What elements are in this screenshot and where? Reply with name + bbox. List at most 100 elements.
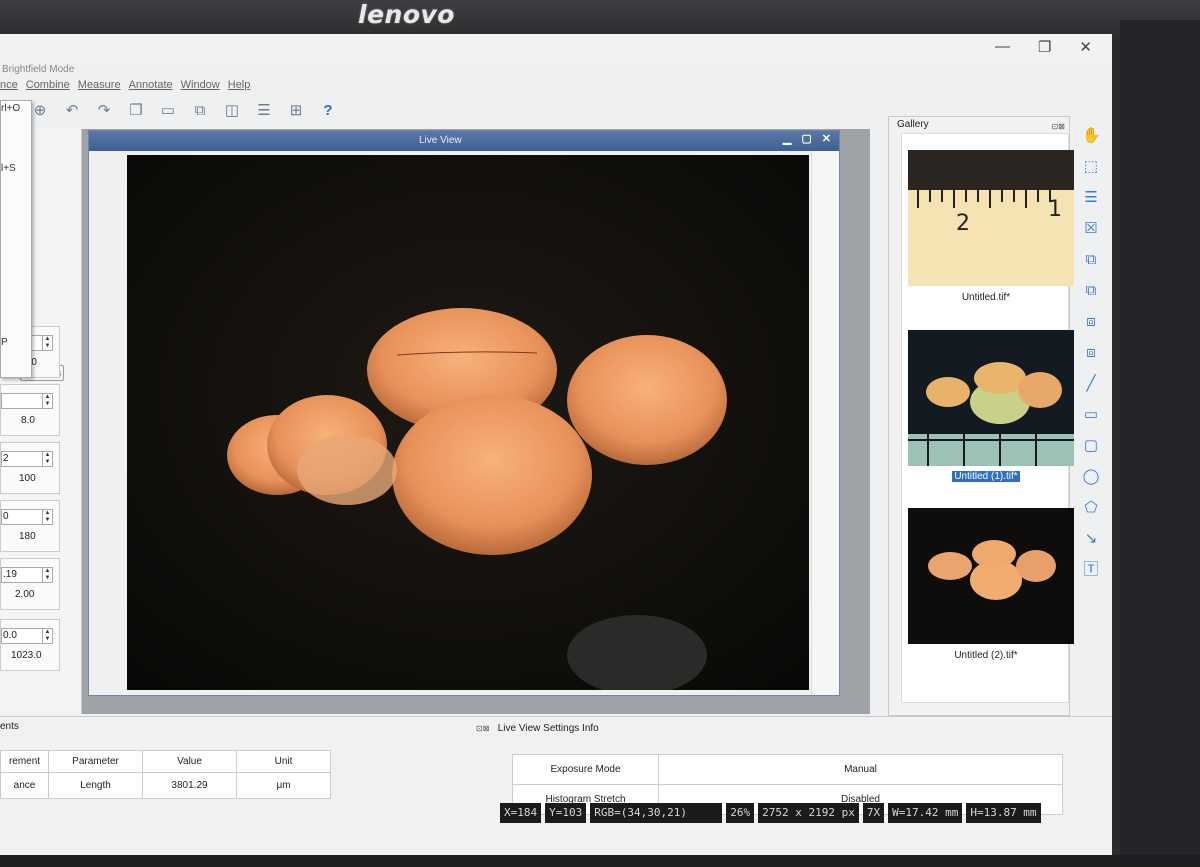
status-height-mm: H=13.87 mm	[966, 803, 1041, 823]
col-measurement: rement	[0, 750, 49, 773]
status-y-coord: Y=103	[545, 803, 587, 823]
param-max-4: 180	[19, 531, 36, 542]
menu-item-save-shortcut[interactable]: l+S	[1, 163, 16, 174]
gallery-panel: Gallery ⊡⊠ 2 1 Untitled.tif* Untitled (1…	[888, 116, 1074, 716]
gallery-caption-3[interactable]: Untitled (2).tif*	[902, 650, 1070, 661]
measurements-panel-title: ents	[0, 721, 19, 732]
param-spinbox-2[interactable]: ▲ ▼	[1, 393, 53, 409]
param-max-2: 8.0	[21, 415, 35, 426]
ruler-label-1: 1	[1048, 197, 1062, 222]
pan-hand-icon[interactable]: ✋	[1082, 126, 1101, 146]
param-control-4: 0 ▲ ▼ 180	[0, 500, 60, 552]
param-control-2: ▲ ▼ 8.0	[0, 384, 60, 436]
menu-item-open-shortcut[interactable]: rl+O	[1, 103, 20, 114]
monitor-bezel-right	[1120, 20, 1200, 867]
gallery-header: Gallery ⊡⊠	[889, 117, 1069, 133]
text-list-icon[interactable]: ☰	[1082, 188, 1100, 208]
live-view-settings-title: Live View Settings Info	[497, 723, 599, 734]
zoom-in-icon[interactable]: ⊕	[30, 102, 50, 120]
rounded-rectangle-tool-icon[interactable]: ▢	[1082, 436, 1100, 456]
monitor-bezel-bottom	[0, 855, 1200, 867]
col-parameter: Parameter	[48, 750, 143, 773]
gallery-caption-1[interactable]: Untitled.tif*	[902, 292, 1070, 303]
menu-item-combine[interactable]: Combine	[26, 79, 70, 95]
live-view-close-icon[interactable]: ✕	[822, 132, 831, 145]
status-width-mm: W=17.42 mm	[888, 803, 963, 823]
menu-item-measure[interactable]: Measure	[78, 79, 121, 95]
live-view-minimize-icon[interactable]: ▁	[783, 132, 791, 145]
menu-bar: nce Combine Measure Annotate Window Help	[0, 79, 250, 95]
gallery-list: 2 1 Untitled.tif* Untitled (1).tif* Unti…	[901, 133, 1074, 703]
panel-float-close-icon[interactable]: ⊡⊠	[476, 724, 489, 733]
status-zoom: 26%	[726, 803, 755, 823]
copy-icon[interactable]: ❐	[126, 102, 146, 120]
line-tool-icon[interactable]: ╱	[1082, 374, 1100, 394]
undo-icon[interactable]: ↶	[62, 102, 82, 120]
redo-icon[interactable]: ↷	[94, 102, 114, 120]
bottom-panels: ents rement Parameter Value Unit ance Le…	[0, 716, 1112, 864]
help-icon[interactable]: ?	[318, 102, 338, 120]
layer-forward-icon[interactable]: ⧉	[1082, 250, 1100, 270]
col-unit: Unit	[236, 750, 331, 773]
layer-backward-icon[interactable]: ⧉	[1082, 281, 1100, 301]
screen: — ❐ ✕ Brightfield Mode nce Combine Measu…	[0, 34, 1112, 864]
specimen-thumbnail-3	[908, 508, 1074, 644]
menu-item-annotate[interactable]: Annotate	[129, 79, 173, 95]
ruler-label-2: 2	[956, 211, 970, 236]
specimen-thumbnail-2	[908, 330, 1074, 466]
param-spinbox-4[interactable]: 0 ▲ ▼	[1, 509, 53, 525]
monitor-brand-logo: lenovo	[358, 0, 455, 29]
measurements-table: rement Parameter Value Unit ance Length …	[0, 750, 331, 799]
status-magnification: 7X	[862, 803, 885, 823]
toolbar: ⊕ ↶ ↷ ❐ ▭ ⧉ ◫ ☰ ⊞ ?	[30, 98, 338, 124]
gallery-title: Gallery	[897, 119, 929, 130]
status-x-coord: X=184	[500, 803, 542, 823]
table-row[interactable]: ance Length 3801.29 μm	[0, 772, 331, 799]
gallery-thumbnail-2[interactable]	[908, 330, 1074, 466]
param-control-3: 2 ▲ ▼ 100	[0, 442, 60, 494]
select-rectangle-icon[interactable]: ⬚	[1082, 157, 1100, 177]
delete-box-icon[interactable]: ☒	[1082, 219, 1100, 239]
menu-item-help[interactable]: Help	[228, 79, 251, 95]
gallery-caption-2[interactable]: Untitled (1).tif*	[902, 471, 1070, 482]
param-spinbox-3[interactable]: 2 ▲ ▼	[1, 451, 53, 467]
menu-item-appearance[interactable]: nce	[0, 79, 18, 95]
text-tool-icon[interactable]: 🅃	[1082, 560, 1100, 580]
col-value: Value	[142, 750, 237, 773]
live-view-titlebar[interactable]: Live View ▁ ▢ ✕	[89, 131, 839, 151]
gallery-thumbnail-3[interactable]	[908, 508, 1074, 644]
live-view-maximize-icon[interactable]: ▢	[801, 132, 811, 145]
param-control-5: .19 ▲ ▼ 2.00	[0, 558, 60, 610]
rectangle-tool-icon[interactable]: ▭	[1082, 405, 1100, 425]
cascade-icon[interactable]: ⧉	[190, 102, 210, 120]
param-spinbox-5[interactable]: .19 ▲ ▼	[1, 567, 53, 583]
menu-item-window[interactable]: Window	[181, 79, 220, 95]
ruler-thumbnail-image: 2 1	[908, 150, 1074, 286]
live-view-image[interactable]	[127, 155, 809, 690]
specimen-brain-image	[127, 155, 809, 690]
monitor-icon[interactable]: ▭	[158, 102, 178, 120]
live-view-side-strip	[811, 151, 839, 695]
menu-item-print-shortcut[interactable]: P	[1, 337, 8, 348]
tile-grid-icon[interactable]: ⊞	[286, 102, 306, 120]
maximize-button[interactable]: ❐	[1038, 38, 1051, 56]
ellipse-tool-icon[interactable]: ◯	[1082, 467, 1100, 487]
send-back-icon[interactable]: ⧈	[1082, 343, 1100, 363]
param-spinbox-6[interactable]: 0.0 ▲ ▼	[1, 628, 53, 644]
table-row: Exposure Mode Manual	[512, 754, 1063, 785]
live-view-settings-header: ⊡⊠ Live View Settings Info	[476, 723, 599, 734]
app-title: Brightfield Mode	[2, 64, 75, 75]
param-max-5: 2.00	[15, 589, 35, 600]
tile-vertical-icon[interactable]: ◫	[222, 102, 242, 120]
tile-horizontal-icon[interactable]: ☰	[254, 102, 274, 120]
status-bar: X=184 Y=103 RGB=(34,30,21) 26% 2752 x 21…	[500, 803, 1041, 823]
gallery-thumbnail-1[interactable]: 2 1	[908, 150, 1074, 286]
live-view-title: Live View	[419, 135, 462, 146]
polygon-tool-icon[interactable]: ⬠	[1082, 498, 1100, 518]
minimize-button[interactable]: —	[995, 38, 1010, 56]
bring-front-icon[interactable]: ⧈	[1082, 312, 1100, 332]
arrow-tool-icon[interactable]: ↘	[1082, 529, 1100, 549]
status-image-size: 2752 x 2192 px	[758, 803, 859, 823]
close-button[interactable]: ✕	[1079, 38, 1092, 56]
file-dropdown-menu: rl+O l+S P	[0, 100, 32, 378]
